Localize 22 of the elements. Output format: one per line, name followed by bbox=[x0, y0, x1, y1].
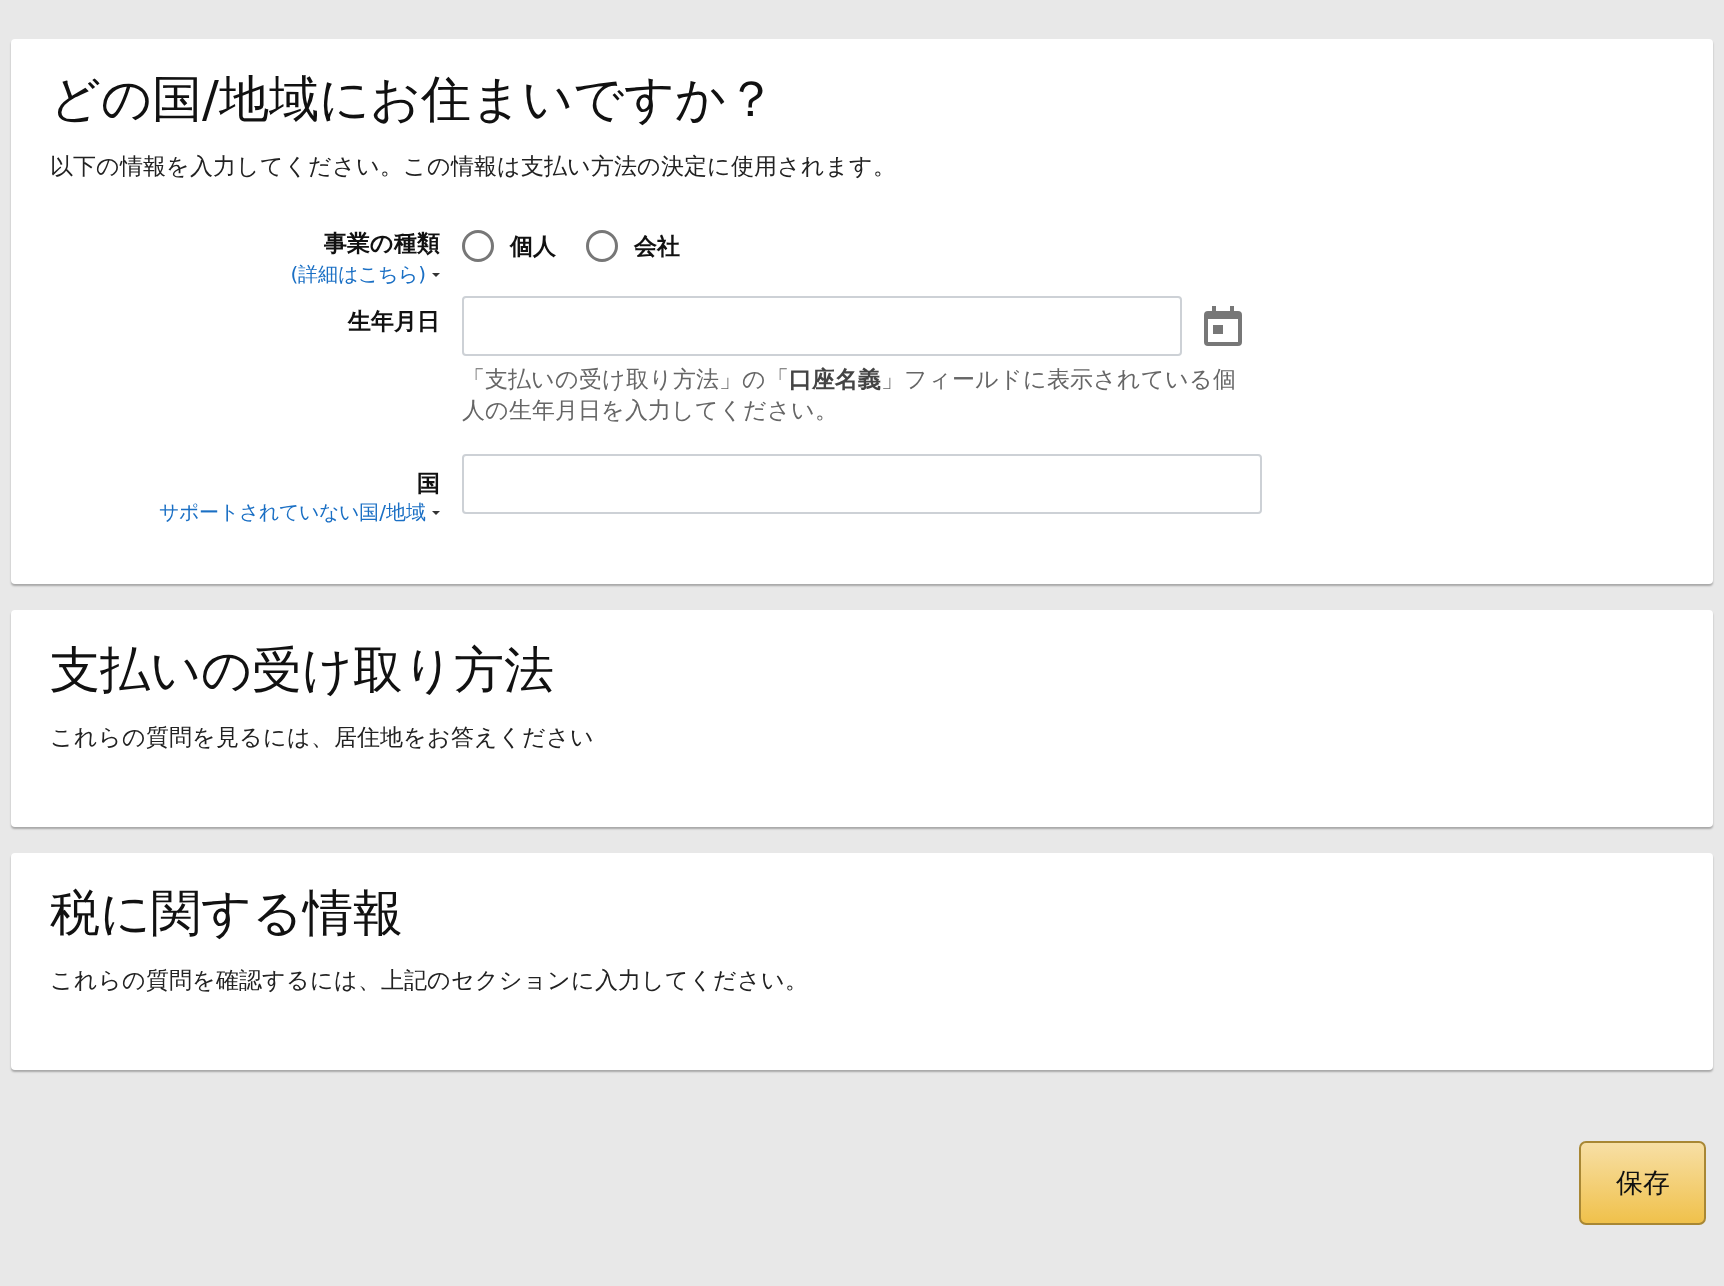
section-title: どの国/地域にお住まいですか？ bbox=[50, 69, 777, 129]
calendar-icon[interactable] bbox=[1204, 306, 1242, 346]
details-link[interactable]: (詳細はこちら) bbox=[290, 261, 426, 288]
field-label: 事業の種類 bbox=[324, 229, 440, 258]
section-description: これらの質問を確認するには、上記のセクションに入力してください。 bbox=[50, 966, 809, 996]
hint-text: 「支払いの受け取り方法」の「口座名義」フィールドに表示されている個人の生年月日を入力してください。 bbox=[462, 365, 1237, 426]
caret-icon bbox=[432, 272, 440, 277]
radio-icon[interactable] bbox=[462, 230, 494, 262]
radio-option[interactable]: 個人 bbox=[462, 230, 556, 262]
section-title: 税に関する情報 bbox=[50, 883, 404, 944]
caret-icon bbox=[432, 510, 440, 515]
section-title: 支払いの受け取り方法 bbox=[50, 640, 555, 701]
unsupported-countries-link[interactable]: サポートされていない国/地域 bbox=[159, 499, 426, 527]
radio-icon[interactable] bbox=[586, 230, 618, 262]
country-input-field[interactable] bbox=[462, 454, 1262, 515]
section-description: 以下の情報を入力してください。この情報は支払い方法の決定に使用されます。 bbox=[50, 152, 897, 181]
date-input-field[interactable] bbox=[462, 296, 1182, 356]
field-label: 国 bbox=[417, 469, 440, 499]
section-description: これらの質問を見るには、居住地をお答えください bbox=[50, 723, 595, 753]
radio-option[interactable]: 会社 bbox=[586, 230, 680, 262]
save-button[interactable]: 保存 bbox=[1579, 1141, 1706, 1226]
field-label: 生年月日 bbox=[348, 307, 440, 336]
